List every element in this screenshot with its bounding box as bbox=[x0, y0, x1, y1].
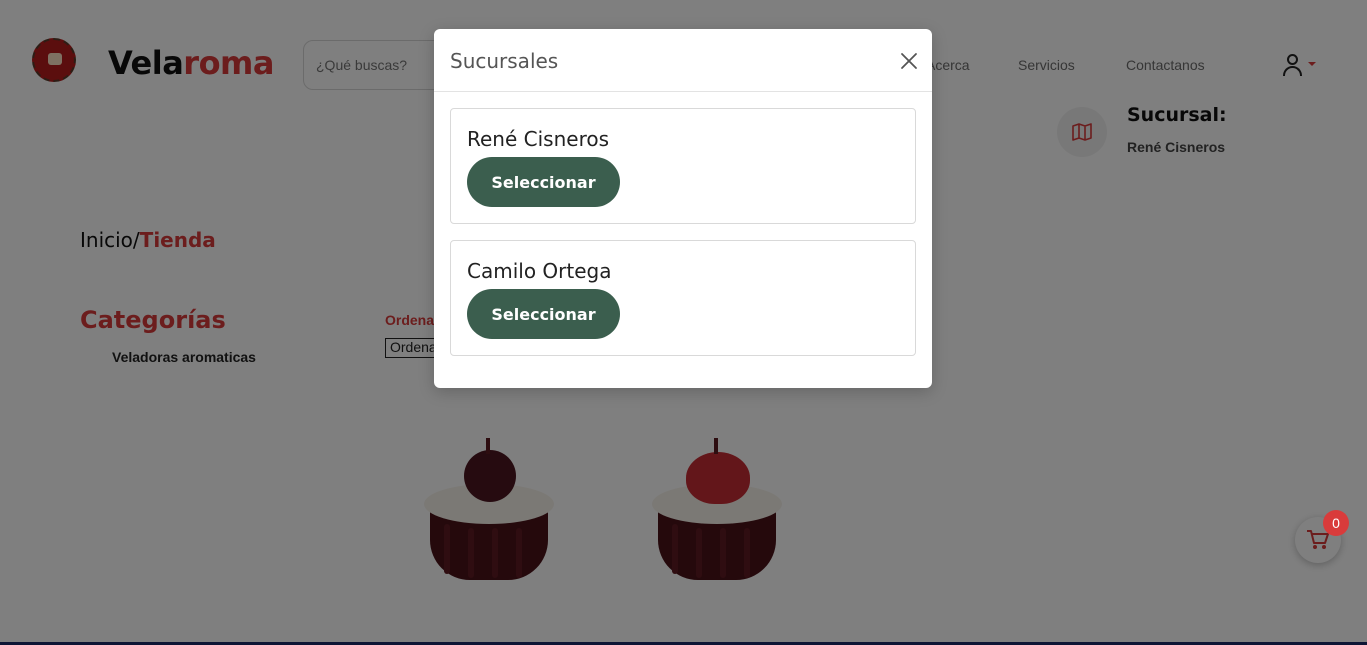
branch-card: Camilo Ortega Seleccionar bbox=[450, 240, 916, 356]
modal-title: Sucursales bbox=[450, 49, 559, 73]
select-branch-button[interactable]: Seleccionar bbox=[467, 157, 620, 207]
branch-name: René Cisneros bbox=[467, 127, 610, 151]
close-icon[interactable] bbox=[898, 50, 920, 72]
select-branch-button[interactable]: Seleccionar bbox=[467, 289, 620, 339]
branch-name: Camilo Ortega bbox=[467, 259, 612, 283]
cart-count-badge: 0 bbox=[1323, 510, 1349, 536]
branches-modal: Sucursales René Cisneros Seleccionar Cam… bbox=[434, 29, 932, 388]
branch-card: René Cisneros Seleccionar bbox=[450, 108, 916, 224]
modal-header: Sucursales bbox=[434, 29, 932, 92]
